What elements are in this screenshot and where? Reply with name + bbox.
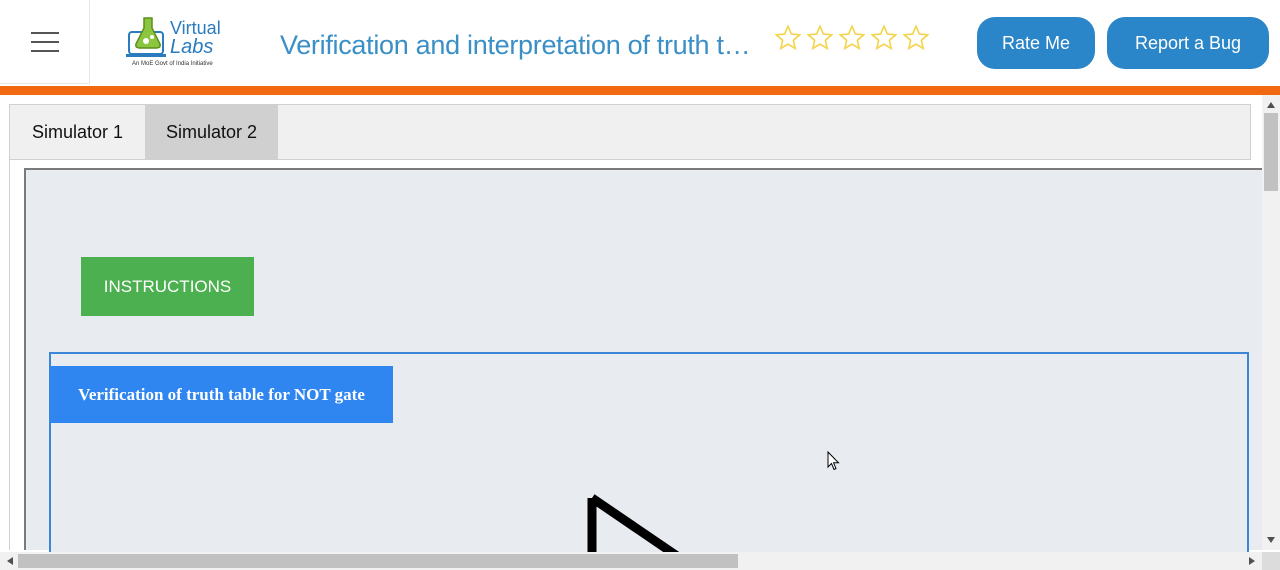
flask-logo-icon: [126, 17, 166, 57]
scrollbar-corner: [1262, 552, 1280, 570]
star-icon[interactable]: [806, 24, 834, 52]
not-gate-icon[interactable]: [580, 486, 690, 552]
virtual-labs-logo[interactable]: Virtual Labs An MoE Govt of India Initia…: [122, 12, 232, 72]
header-accent-bar: [0, 86, 1280, 95]
tab-simulator-2[interactable]: Simulator 2: [145, 105, 278, 160]
star-icon[interactable]: [774, 24, 802, 52]
vertical-scroll-thumb[interactable]: [1264, 113, 1278, 191]
logo-text-labs: Labs: [170, 36, 214, 58]
report-bug-button[interactable]: Report a Bug: [1107, 17, 1269, 69]
vertical-scrollbar[interactable]: [1262, 95, 1280, 550]
star-icon[interactable]: [838, 24, 866, 52]
app-header: Virtual Labs An MoE Govt of India Initia…: [0, 0, 1280, 86]
rate-me-button[interactable]: Rate Me: [977, 17, 1095, 69]
star-icon[interactable]: [902, 24, 930, 52]
simulation-heading: Verification of truth table for NOT gate: [50, 366, 393, 423]
mouse-cursor-icon: [827, 451, 840, 471]
experiment-title: Verification and interpretation of truth…: [280, 30, 764, 60]
scroll-up-arrow-icon[interactable]: [1262, 97, 1280, 113]
scroll-right-arrow-icon[interactable]: [1244, 552, 1260, 570]
logo-tagline: An MoE Govt of India Initiative: [132, 61, 213, 67]
horizontal-scrollbar[interactable]: [0, 552, 1262, 570]
simulator-tabs: Simulator 1 Simulator 2: [9, 104, 1251, 160]
instructions-button[interactable]: INSTRUCTIONS: [81, 257, 254, 316]
tab-simulator-1[interactable]: Simulator 1: [10, 105, 145, 160]
scroll-down-arrow-icon[interactable]: [1262, 532, 1280, 548]
horizontal-scroll-thumb[interactable]: [18, 554, 738, 568]
scroll-left-arrow-icon[interactable]: [2, 552, 18, 570]
hamburger-menu-button[interactable]: [0, 0, 90, 84]
star-icon[interactable]: [870, 24, 898, 52]
rating-stars: [774, 24, 930, 52]
hamburger-icon: [30, 31, 59, 52]
